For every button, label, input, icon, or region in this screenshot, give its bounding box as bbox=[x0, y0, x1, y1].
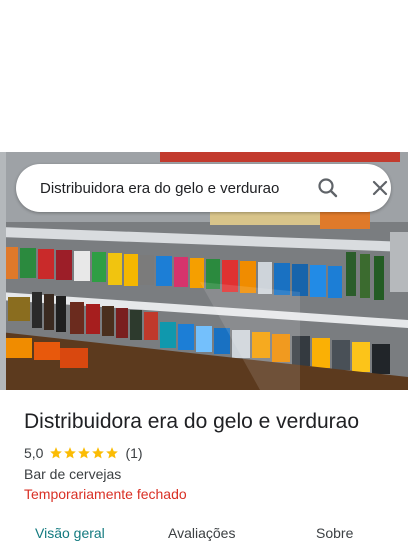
place-category[interactable]: Bar de cervejas bbox=[24, 464, 121, 484]
star-icon bbox=[92, 447, 105, 459]
star-icon bbox=[64, 447, 77, 459]
search-input[interactable]: Distribuidora era do gelo e verdurao bbox=[40, 178, 306, 200]
search-icon bbox=[318, 178, 338, 198]
star-rating bbox=[49, 446, 119, 460]
place-title: Distribuidora era do gelo e verdurao bbox=[24, 410, 360, 433]
rating-row[interactable]: 5,0 (1) bbox=[24, 443, 143, 463]
place-tabs: Visão geral Avaliações Sobre bbox=[0, 520, 408, 544]
open-status: Temporariamente fechado bbox=[24, 486, 187, 502]
review-count[interactable]: (1) bbox=[125, 445, 142, 461]
search-bar[interactable]: Distribuidora era do gelo e verdurao bbox=[16, 164, 391, 212]
tab-reviews[interactable]: Avaliações bbox=[168, 524, 235, 542]
map-area bbox=[0, 0, 408, 152]
clear-search-button[interactable] bbox=[366, 174, 394, 202]
search-button[interactable] bbox=[314, 174, 342, 202]
rating-value: 5,0 bbox=[24, 445, 44, 461]
tab-about[interactable]: Sobre bbox=[316, 524, 353, 542]
star-icon bbox=[50, 447, 63, 459]
star-icon bbox=[106, 447, 119, 459]
star-icon bbox=[78, 447, 91, 459]
close-icon bbox=[372, 180, 388, 196]
tab-overview[interactable]: Visão geral bbox=[35, 524, 105, 542]
